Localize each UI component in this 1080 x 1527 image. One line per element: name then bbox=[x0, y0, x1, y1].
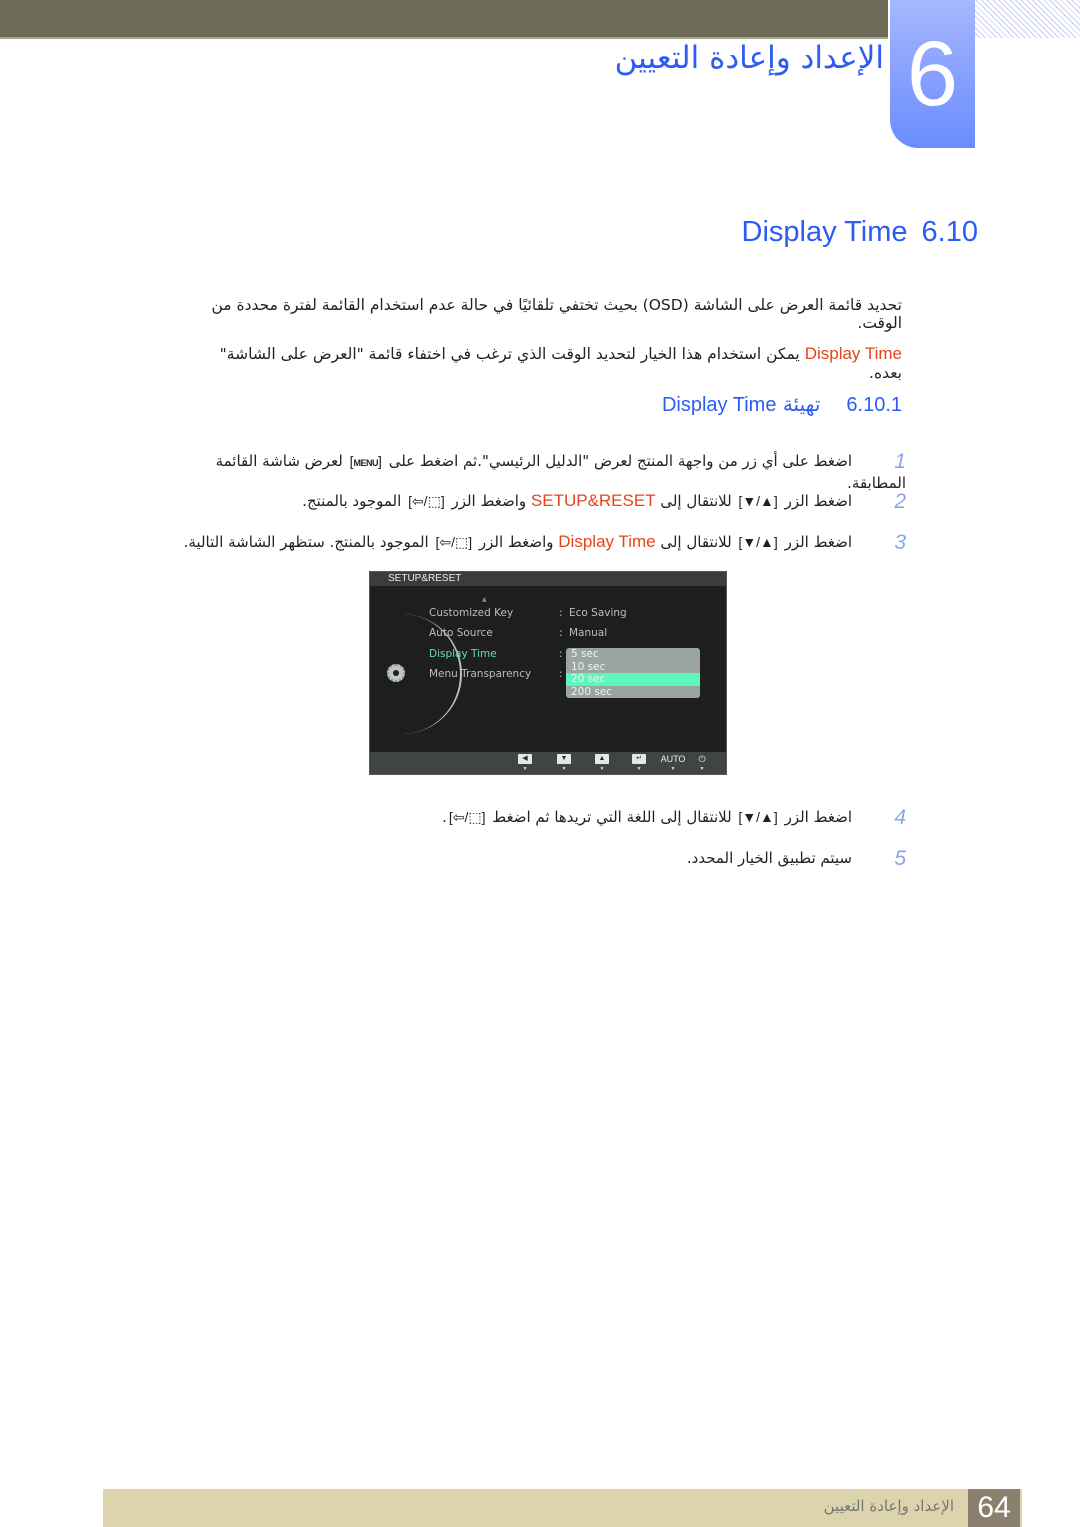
display-time-dropdown: 5 sec 10 sec 20 sec 200 sec bbox=[566, 648, 700, 698]
step-3: 3اضغط الزر [▼/▲] للانتقال إلى Display Ti… bbox=[183, 531, 906, 554]
header-bar bbox=[0, 0, 888, 39]
enter-source-keys-icon: [⇦/⬚] bbox=[435, 534, 473, 550]
display-time-highlight: Display Time bbox=[804, 344, 902, 363]
enter-button-icon: ↵ ▼ bbox=[629, 754, 649, 772]
step-2: 2اضغط الزر [▼/▲] للانتقال إلى SETUP&RESE… bbox=[302, 490, 906, 513]
display-time-highlight: Display Time bbox=[558, 532, 656, 551]
osd-menu-title: SETUP&RESET bbox=[370, 572, 726, 586]
decorative-stripes bbox=[975, 0, 1080, 38]
down-button-icon: ▼ ▼ bbox=[554, 754, 574, 772]
left-button-icon: ◀ ▼ bbox=[515, 754, 535, 772]
subsection-title-en: Display Time bbox=[661, 394, 777, 416]
scroll-up-arrow-icon: ▲ bbox=[482, 596, 487, 603]
subsection-title-ar: تهيئة bbox=[782, 392, 821, 416]
step-number: 2 bbox=[894, 490, 906, 513]
gear-icon bbox=[387, 664, 405, 682]
page-number: 64 bbox=[968, 1489, 1020, 1527]
subsection-heading: 6.10.1 تهيئة Display Time bbox=[662, 392, 902, 417]
up-down-keys-icon: [▼/▲] bbox=[738, 534, 778, 550]
power-button-icon: ⏻ ▼ bbox=[698, 754, 706, 772]
up-button-icon: ▲ ▼ bbox=[592, 754, 612, 772]
option-10-sec: 10 sec bbox=[571, 660, 606, 673]
up-down-keys-icon: [▼/▲] bbox=[738, 493, 778, 509]
chapter-title: الإعداد وإعادة التعيين bbox=[614, 40, 884, 76]
subsection-number: 6.10.1 bbox=[846, 394, 902, 416]
option-5-sec: 5 sec bbox=[571, 648, 599, 660]
step-number: 4 bbox=[894, 806, 906, 829]
enter-source-keys-icon: [⇦/⬚] bbox=[408, 493, 445, 509]
section-title: Display Time bbox=[741, 216, 908, 248]
step-number: 1 bbox=[894, 450, 906, 473]
up-down-keys-icon: [▼/▲] bbox=[738, 809, 778, 825]
step-number: 5 bbox=[894, 847, 906, 870]
intro-paragraph-1: تحديد قائمة العرض على الشاشة (OSD) بحيث … bbox=[211, 296, 902, 332]
setup-reset-highlight: SETUP&RESET bbox=[530, 491, 656, 510]
section-number: 6.10 bbox=[921, 216, 978, 248]
section-heading: Display Time 6.10 bbox=[742, 216, 978, 249]
osd-button-bar: ◀ ▼ ▼ ▼ ▲ ▼ ↵ ▼ AUTO ▼ ⏻ ▼ bbox=[370, 752, 726, 774]
intro-paragraph-2: Display Time يمكن استخدام هذا الخيار لتح… bbox=[219, 344, 902, 382]
step-4: 4اضغط الزر [▼/▲] للانتقال إلى اللغة التي… bbox=[442, 806, 906, 829]
step-number: 3 bbox=[894, 531, 906, 554]
osd-row-auto-source: Auto Source: Manual bbox=[429, 627, 608, 639]
option-200-sec: 200 sec bbox=[571, 685, 613, 698]
footer-chapter-title: الإعداد وإعادة التعيين bbox=[823, 1497, 954, 1515]
step-1: 1اضغط على أي زر من واجهة المنتج لعرض "ال… bbox=[215, 450, 906, 492]
chapter-number-tab: 6 bbox=[890, 0, 975, 148]
menu-key-icon: [MENU] bbox=[349, 453, 382, 469]
osd-menu-screenshot: SETUP&RESET ▲ Customized Key: Eco Saving … bbox=[369, 571, 727, 775]
option-20-sec: 20 sec bbox=[566, 673, 700, 686]
osd-row-customized-key: Customized Key: Eco Saving bbox=[429, 607, 627, 619]
step-5: 5سيتم تطبيق الخيار المحدد. bbox=[686, 847, 906, 870]
enter-source-keys-icon: [⇦/⬚] bbox=[448, 809, 486, 825]
auto-button-icon: AUTO ▼ bbox=[660, 754, 686, 772]
